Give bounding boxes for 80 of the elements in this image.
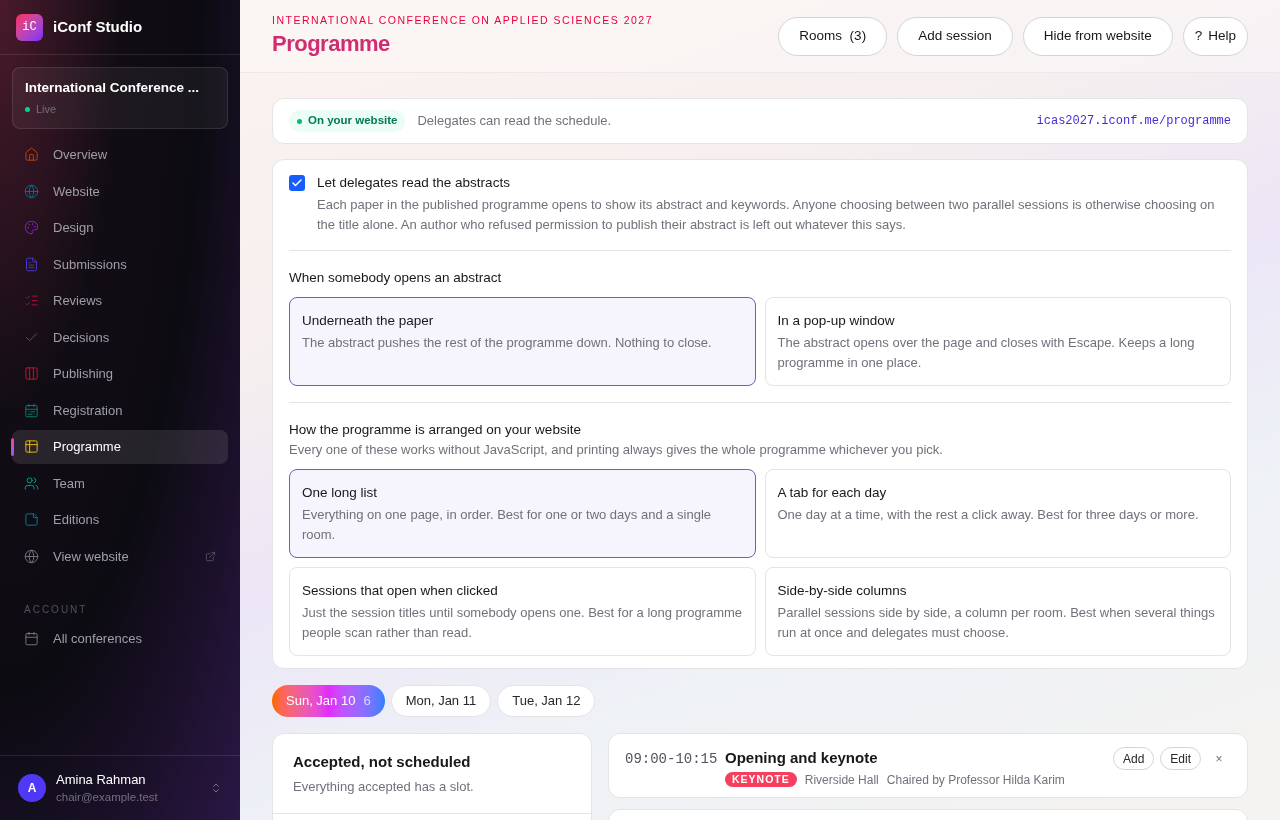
checkbox-label: Let delegates read the abstracts (317, 174, 511, 192)
nav-item[interactable]: Design (12, 210, 228, 245)
globe-icon (24, 548, 39, 564)
option-card[interactable]: Side-by-side columns Parallel sessions side by side, a column per room. Best when several things run at once and delegates must choose. (764, 566, 1231, 656)
nav-item[interactable]: Editions (12, 502, 228, 537)
list-icon (24, 293, 39, 309)
checkbox-help: Each paper in the published programme opens to show its abstract and keywords. Anyone choosing between two parallel sessions is otherwise choosing on the title alone. An author who refused permission to publish their abstract is left out whatever this says. (317, 196, 1216, 235)
document-icon (24, 256, 39, 272)
checkbox[interactable] (289, 175, 305, 191)
website-link[interactable]: icas2027.iconf.me/programme (1036, 112, 1231, 130)
remove-button[interactable]: × (1207, 749, 1231, 768)
nav-item[interactable]: Submissions (12, 247, 228, 282)
section-description: Every one of these works without JavaScript, and printing always gives the whole programme whichever you pick. (289, 441, 944, 459)
section-heading: ACCOUNT (24, 603, 89, 618)
session-tag: KEYNOTE (725, 771, 797, 788)
nav-item[interactable]: Registration (12, 393, 228, 428)
option-description: The abstract opens over the page and closes with Escape. Keeps a long programme in one place. (777, 333, 1196, 372)
header-button[interactable]: Add session (897, 16, 1013, 56)
nav-item[interactable]: Reviews (12, 283, 228, 318)
conference-name: International Conference ... (25, 79, 201, 97)
nav-item[interactable]: Overview (12, 137, 228, 172)
nav-item[interactable]: View website (12, 539, 228, 574)
option-description: Parallel sessions side by side, a column per room. Best when several things run at once and delegates must choose. (777, 604, 1216, 642)
option-card[interactable]: A tab for each day One day at a time, with the rest a click away. Best for three days or more. (764, 468, 1231, 558)
nav-item[interactable]: Programme (12, 429, 228, 464)
palette-icon (24, 220, 39, 236)
calendar-icon (24, 630, 39, 646)
header-button[interactable]: ? Help (1182, 16, 1248, 56)
option-card[interactable]: One long list Everything on one page, in order. Best for one or two days and a single room. (289, 468, 756, 558)
header-button[interactable]: Hide from website (1022, 16, 1173, 56)
option-title: In a pop-up window (777, 311, 896, 330)
table-icon (24, 439, 39, 455)
calendar-icon (24, 402, 39, 418)
option-title: Sessions that open when clicked (302, 581, 499, 600)
globe-icon (24, 183, 39, 199)
panel-description: Everything accepted has a slot. (293, 777, 475, 796)
option-card[interactable]: In a pop-up window The abstract opens over the page and closes with Escape. Keeps a long programme in one place. (764, 296, 1231, 386)
session-room: Riverside Hall (804, 771, 879, 789)
option-card[interactable]: Underneath the paper The abstract pushes the rest of the programme down. Nothing to close. (289, 296, 756, 386)
status-text: Delegates can read the schedule. (417, 112, 613, 131)
option-title: One long list (302, 483, 379, 502)
option-card[interactable]: Sessions that open when clicked Just the session titles until somebody opens one. Best for a long programme people scan rather than read. (289, 566, 756, 656)
conference-eyebrow: INTERNATIONAL CONFERENCE ON APPLIED SCIENCES 2027 (272, 13, 653, 29)
user-avatar: A (18, 774, 46, 802)
nav-item[interactable]: Publishing (12, 356, 228, 391)
option-title: Side-by-side columns (777, 581, 908, 600)
app-name: iConf Studio (53, 16, 143, 37)
page-title: Programme (272, 29, 391, 58)
columns-icon (24, 366, 39, 382)
nav-item[interactable]: Team (12, 466, 228, 501)
option-title: A tab for each day (777, 483, 888, 502)
conference-card[interactable]: International Conference ... Live (12, 67, 228, 129)
nav-item[interactable]: Website (12, 174, 228, 209)
user-menu[interactable]: A Amina Rahman chair@example.test (0, 755, 240, 820)
day-tab[interactable]: Tue, Jan 12 (497, 685, 596, 717)
app-logo: iC (16, 13, 43, 41)
section-title: How the programme is arranged on your website (289, 420, 582, 439)
header-button[interactable]: Rooms (3) (778, 16, 888, 56)
user-name: Amina Rahman (56, 770, 147, 789)
session-time: 09:00-10:15 (625, 750, 719, 769)
status-badge: On your website (289, 110, 406, 132)
people-icon (24, 475, 39, 491)
chevrons-icon (210, 782, 222, 794)
checkmark-icon (291, 177, 303, 189)
session-chair: Chaired by Professor Hilda Karim (886, 771, 1065, 789)
note-icon (24, 512, 39, 528)
day-tab[interactable]: Mon, Jan 11 (390, 685, 492, 717)
user-email: chair@example.test (56, 790, 159, 806)
option-description: The abstract pushes the rest of the programme down. Nothing to close. (302, 333, 713, 352)
section-title: When somebody opens an abstract (289, 269, 503, 288)
session-title: Opening and keynote (725, 748, 879, 768)
option-title: Underneath the paper (302, 311, 435, 330)
conference-status: Live (36, 102, 57, 118)
panel-title: Accepted, not scheduled (293, 752, 472, 772)
option-description: Just the session titles until somebody opens one. Best for a long programme people scan rather than read. (302, 604, 743, 642)
house-icon (24, 147, 39, 163)
nav-item[interactable]: All conferences (12, 621, 228, 656)
nav-item[interactable]: Decisions (12, 320, 228, 355)
option-description: Everything on one page, in order. Best for one or two days and a single room. (302, 505, 713, 544)
option-description: One day at a time, with the rest a click away. Best for three days or more. (777, 505, 1200, 524)
